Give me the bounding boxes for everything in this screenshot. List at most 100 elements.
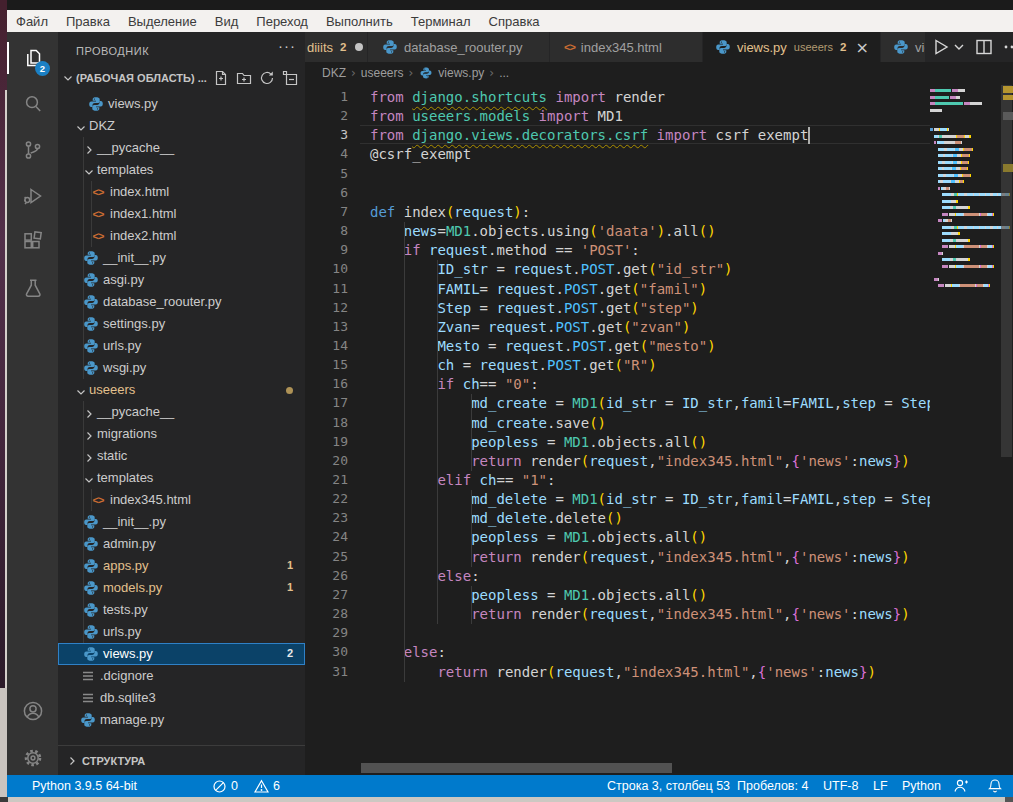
status-Python[interactable]: Python 3.9.5 64-bit [32,775,137,797]
tree-item-asgi.py[interactable]: asgi.py [58,269,305,291]
sidebar-more-actions[interactable]: ··· [278,37,296,54]
menu-Вид[interactable]: Вид [206,14,248,29]
breadcrumb-item[interactable]: DKZ [322,66,346,80]
python-file-icon [83,338,99,354]
tab-views.py[interactable]: views.pyuseeers2× [703,32,880,62]
vertical-scrollbar[interactable] [1001,85,1012,457]
new-file-icon[interactable] [213,70,229,86]
tree-item-urls.py[interactable]: urls.py [58,335,305,357]
python-file-icon [83,558,99,574]
tree-item-migrations[interactable]: migrations [58,423,305,445]
code-editor[interactable]: 1from django.shortcuts import render2fro… [305,88,930,728]
python-file-icon [88,96,104,112]
tree-item-useeers[interactable]: useeers [58,379,305,401]
menu-Файл[interactable]: Файл [7,14,57,29]
source-control-icon[interactable] [7,127,58,173]
tree-item-index2.html[interactable]: <>index2.html [58,225,305,247]
extensions-icon[interactable] [7,219,58,265]
tree-item-__pycache__[interactable]: __pycache__ [58,137,305,159]
tree-item-index1.html[interactable]: <>index1.html [58,203,305,225]
cursor [808,127,810,144]
warning-icon[interactable]: 6 [254,775,280,797]
tree-item-.dcignore[interactable]: .dcignore [58,665,305,687]
minimap[interactable] [930,89,1000,749]
run-python-icon[interactable] [930,36,966,58]
tree-item-apps.py[interactable]: apps.py1 [58,555,305,577]
account-icon[interactable] [7,688,58,734]
python-file-icon [83,580,99,596]
tree-item-DKZ[interactable]: DKZ [58,115,305,137]
window-titlebar [0,0,1013,10]
python-file-icon [83,536,99,552]
tree-item-templates[interactable]: templates [58,467,305,489]
menu-Правка[interactable]: Правка [57,14,119,29]
status-UTF-8[interactable]: UTF-8 [823,775,858,797]
bell-icon[interactable] [987,775,1003,797]
more-actions-icon[interactable] [1002,37,1013,57]
menu-Терминал[interactable]: Терминал [402,14,480,29]
editor-area: diiits2database_roouter.py<>index345.htm… [305,32,1013,775]
tab-diiits[interactable]: diiits2 [305,32,367,62]
close-icon[interactable]: × [855,38,868,57]
horizontal-scrollbar[interactable] [361,763,672,773]
modified-dot [286,387,293,394]
code-line-17: 17 md_create = MD1(id_str = ID_str,famil… [305,394,930,413]
split-editor-icon[interactable] [974,37,994,57]
refresh-icon[interactable] [259,70,275,86]
tab-database_roouter.py[interactable]: database_roouter.py [368,32,549,62]
tree-item-__pycache__[interactable]: __pycache__ [58,401,305,423]
code-line-28: 28 return render(request,"index345.html"… [305,605,930,624]
python-file-icon [83,514,99,530]
tree-item-settings.py[interactable]: settings.py [58,313,305,335]
tree-item-__init__.py[interactable]: __init__.py [58,511,305,533]
tree-item-tests.py[interactable]: tests.py [58,599,305,621]
outline-section-header[interactable]: СТРУКТУРА [58,745,305,775]
breadcrumb-item[interactable]: views.py [418,65,484,81]
files-icon[interactable]: 2 [7,35,58,81]
python-file-icon [80,712,96,728]
tab-vie[interactable]: vie [881,32,929,62]
menu-Переход[interactable]: Переход [247,14,317,29]
breadcrumb-item[interactable]: ... [499,66,509,80]
tree-item-templates[interactable]: templates [58,159,305,181]
code-line-21: 21 elif ch== "1": [305,471,930,490]
menu-Выполнить[interactable]: Выполнить [317,14,402,29]
code-line-31: 31 return render(request,"index345.html"… [305,663,930,682]
tab-index345.html[interactable]: <>index345.html [550,32,702,62]
code-line-22: 22 md_delete = MD1(id_str = ID_str,famil… [305,490,930,509]
run-debug-icon[interactable] [7,173,58,219]
menu-Справка[interactable]: Справка [480,14,549,29]
tree-item-admin.py[interactable]: admin.py [58,533,305,555]
menu-Выделение[interactable]: Выделение [119,14,206,29]
feedback-icon[interactable] [953,775,969,797]
tree-item-index.html[interactable]: <>index.html [58,181,305,203]
tree-item-db.sqlite3[interactable]: db.sqlite3 [58,687,305,709]
status-Python[interactable]: Python [902,775,941,797]
code-line-20: 20 return render(request,"index345.html"… [305,452,930,471]
bottom-corner-right [1005,797,1013,802]
new-folder-icon[interactable] [236,70,252,86]
tree-item-urls.py[interactable]: urls.py [58,621,305,643]
tree-item-index345.html[interactable]: <>index345.html [58,489,305,511]
tree-item-database_roouter.py[interactable]: database_roouter.py [58,291,305,313]
code-line-29: 29 [305,624,930,643]
titlebar-corner [0,0,7,10]
tree-item-static[interactable]: static [58,445,305,467]
error-icon[interactable]: 0 [212,775,238,797]
bottom-corner-left [0,797,8,802]
tree-item-__init__.py[interactable]: __init__.py [58,247,305,269]
tree-item-models.py[interactable]: models.py1 [58,577,305,599]
tree-item-views.py[interactable]: views.py2 [58,643,305,665]
collapse-icon[interactable] [282,70,298,86]
status-Пробелов:[interactable]: Пробелов: 4 [737,775,808,797]
tree-item-wsgi.py[interactable]: wsgi.py [58,357,305,379]
explorer-sidebar: ПРОВОДНИК ··· (РАБОЧАЯ ОБЛАСТЬ) ... view… [58,32,305,775]
tree-item-views.py[interactable]: views.py [58,93,305,115]
breadcrumb-item[interactable]: useeers [361,66,404,80]
testing-icon[interactable] [7,265,58,311]
status-LF[interactable]: LF [873,775,888,797]
tree-item-manage.py[interactable]: manage.py [58,709,305,731]
search-icon[interactable] [7,81,58,127]
status-Строка[interactable]: Строка 3, столбец 53 [607,775,730,797]
breadcrumb[interactable]: DKZ›useeers›views.py›... [322,62,509,84]
